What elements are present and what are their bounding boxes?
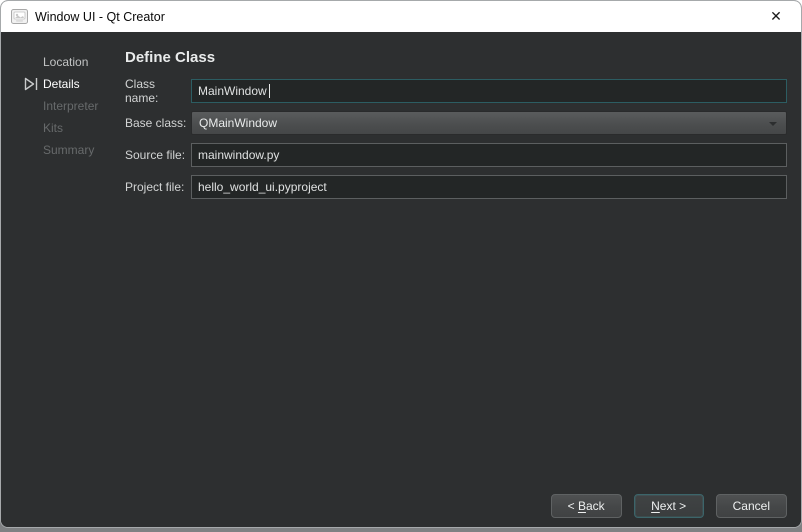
cancel-label: Cancel bbox=[733, 499, 770, 513]
page-title: Define Class bbox=[125, 49, 787, 66]
class-name-field-wrap bbox=[191, 79, 787, 103]
project-file-row: Project file: bbox=[125, 175, 787, 199]
back-button[interactable]: < Back bbox=[551, 494, 622, 518]
wizard-dialog-window: Window UI - Qt Creator ✕ Location Detail… bbox=[0, 0, 802, 528]
step-details: Details bbox=[1, 73, 125, 95]
define-class-panel: Define Class Class name: Base class: QMa… bbox=[125, 32, 801, 527]
title-bar[interactable]: Window UI - Qt Creator ✕ bbox=[1, 1, 801, 32]
base-class-selected-value: QMainWindow bbox=[199, 116, 277, 130]
back-label-post: ack bbox=[586, 499, 605, 513]
base-class-label: Base class: bbox=[125, 116, 191, 130]
project-file-input[interactable] bbox=[191, 175, 787, 199]
next-label-mnemonic: N bbox=[651, 499, 660, 513]
project-file-label: Project file: bbox=[125, 180, 191, 194]
class-name-row: Class name: bbox=[125, 79, 787, 103]
step-label: Details bbox=[43, 77, 80, 91]
source-file-field-wrap bbox=[191, 143, 787, 167]
source-file-input[interactable] bbox=[191, 143, 787, 167]
step-label: Interpreter bbox=[43, 99, 98, 113]
dialog-content: Location Details Interpreter Kits Summar… bbox=[1, 32, 801, 527]
class-name-input[interactable] bbox=[191, 79, 787, 103]
back-label-mnemonic: B bbox=[578, 499, 586, 513]
chevron-down-icon bbox=[769, 122, 777, 126]
source-file-row: Source file: bbox=[125, 143, 787, 167]
step-location: Location bbox=[1, 51, 125, 73]
window-title: Window UI - Qt Creator bbox=[35, 10, 761, 24]
step-label: Kits bbox=[43, 121, 63, 135]
base-class-row: Base class: QMainWindow bbox=[125, 111, 787, 135]
back-label-pre: < bbox=[568, 499, 578, 513]
app-icon bbox=[11, 9, 28, 24]
current-step-arrow-icon bbox=[24, 77, 39, 91]
step-interpreter: Interpreter bbox=[1, 95, 125, 117]
base-class-combobox[interactable]: QMainWindow bbox=[191, 111, 787, 135]
source-file-label: Source file: bbox=[125, 148, 191, 162]
step-kits: Kits bbox=[1, 117, 125, 139]
text-cursor bbox=[269, 84, 270, 98]
step-label: Location bbox=[43, 55, 88, 69]
next-label-post: ext > bbox=[660, 499, 686, 513]
project-file-field-wrap bbox=[191, 175, 787, 199]
close-button[interactable]: ✕ bbox=[761, 4, 791, 29]
next-button[interactable]: Next > bbox=[634, 494, 704, 518]
cancel-button[interactable]: Cancel bbox=[716, 494, 787, 518]
close-icon: ✕ bbox=[770, 9, 782, 25]
step-summary: Summary bbox=[1, 139, 125, 161]
wizard-steps-sidebar: Location Details Interpreter Kits Summar… bbox=[1, 32, 125, 527]
step-label: Summary bbox=[43, 143, 94, 157]
class-name-label: Class name: bbox=[125, 77, 191, 105]
wizard-button-row: < Back Next > Cancel bbox=[551, 494, 787, 518]
